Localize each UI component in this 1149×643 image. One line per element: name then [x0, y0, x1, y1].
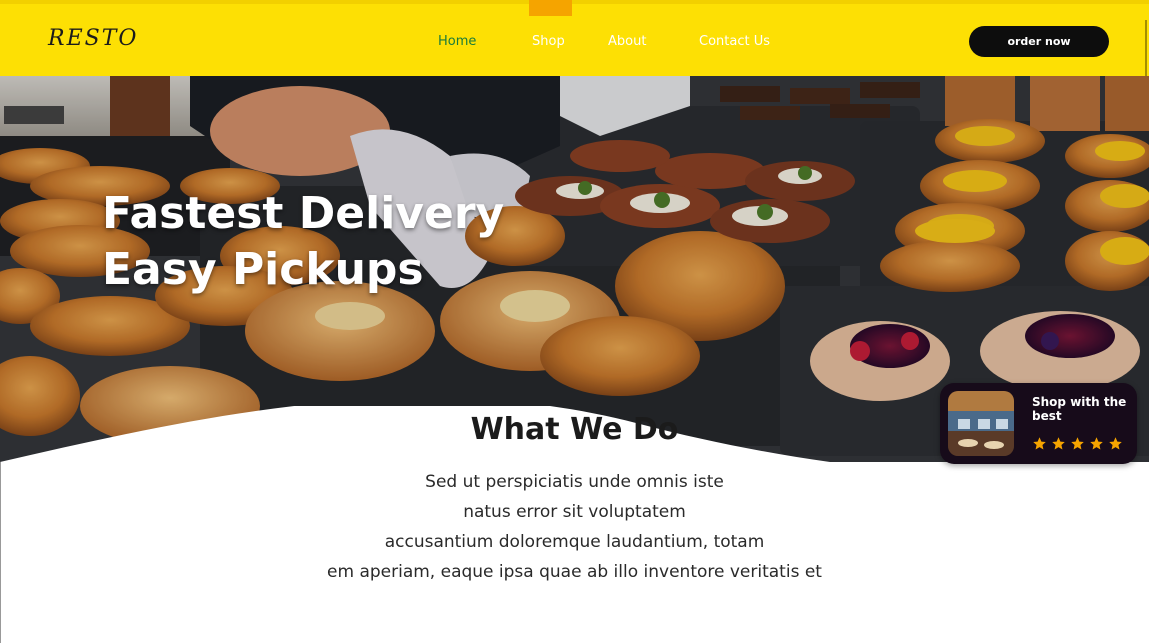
description-line: natus error sit voluptatem [463, 502, 686, 522]
rating-stars [1032, 436, 1123, 452]
section-description: Sed ut perspiciatis unde omnis iste natu… [0, 467, 1149, 587]
hero-line-1: Fastest Delivery [102, 188, 505, 239]
order-now-button[interactable]: order now [969, 26, 1109, 57]
top-navbar: RESTO Home Shop About Contact Us order n… [0, 0, 1149, 76]
star-icon [1109, 437, 1122, 450]
hero-line-2: Easy Pickups [102, 244, 424, 295]
active-nav-indicator [529, 0, 572, 16]
restaurant-thumbnail [948, 391, 1014, 456]
description-line: accusantium doloremque laudantium, totam [384, 532, 765, 552]
star-icon [1052, 437, 1065, 450]
star-icon [1071, 437, 1084, 450]
description-line: em aperiam, eaque ipsa quae ab illo inve… [327, 562, 822, 582]
promo-text: Shop with the best [1032, 395, 1127, 423]
nav-about-link[interactable]: About [608, 34, 646, 49]
description-line: Sed ut perspiciatis unde omnis iste [425, 472, 724, 492]
nav-shop-link[interactable]: Shop [532, 34, 565, 49]
nav-home-link[interactable]: Home [438, 34, 476, 49]
hero-headline: Fastest Delivery Easy Pickups [102, 186, 504, 298]
scrollbar[interactable] [1145, 20, 1147, 76]
star-icon [1090, 437, 1103, 450]
promo-card[interactable]: Shop with the best [940, 383, 1137, 464]
nav-contact-link[interactable]: Contact Us [699, 34, 770, 49]
star-icon [1033, 437, 1046, 450]
site-logo[interactable]: RESTO [48, 26, 138, 51]
